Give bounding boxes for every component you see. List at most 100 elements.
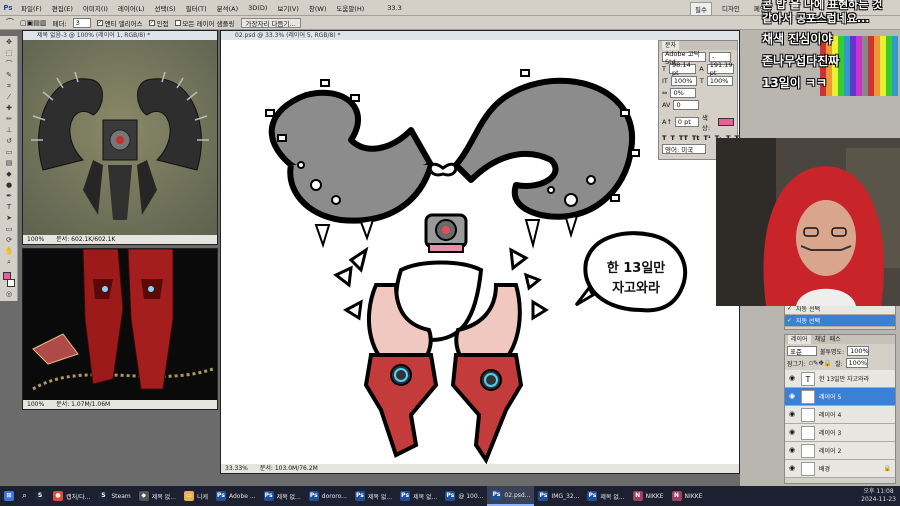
- menu-window[interactable]: 창(W): [304, 3, 331, 13]
- taskbar-item[interactable]: N NIKKE: [629, 486, 668, 506]
- blend-mode-select[interactable]: 표준: [787, 346, 817, 356]
- baseline-input[interactable]: 0 pt: [674, 117, 699, 127]
- eraser-tool-icon[interactable]: ▭: [2, 147, 16, 157]
- workspace-essentials[interactable]: 필수: [690, 2, 712, 16]
- document-1-title[interactable]: 제목 없음-3 @ 100% (레이어 1, RGB/8) *: [23, 31, 217, 40]
- taskbar-item[interactable]: ● 캡처/다...: [49, 486, 94, 506]
- taskbar-item[interactable]: Ps 제목 없...: [260, 486, 305, 506]
- visibility-eye-icon[interactable]: ◉: [787, 410, 797, 420]
- small-caps-icon[interactable]: Tt: [692, 134, 700, 142]
- horizontal-scale-input[interactable]: 100%: [706, 76, 733, 86]
- feather-input[interactable]: 3: [72, 17, 91, 28]
- selection-mode-icons[interactable]: ▢▣▤▥: [20, 19, 46, 27]
- document-2-zoom[interactable]: 100%: [27, 400, 44, 409]
- contiguous-checkbox[interactable]: ✓ 인접: [148, 18, 169, 28]
- taskbar-item[interactable]: Ps 제목 없...: [583, 486, 628, 506]
- healing-tool-icon[interactable]: ✚: [2, 103, 16, 113]
- background-color-swatch[interactable]: [7, 279, 15, 287]
- tab-layers[interactable]: 레이어: [788, 335, 811, 344]
- visibility-eye-icon[interactable]: ◉: [787, 464, 797, 474]
- antialias-checkbox[interactable]: ✓ 앤티 앨리어스: [96, 18, 143, 28]
- text-color-swatch[interactable]: [717, 118, 735, 126]
- menu-file[interactable]: 파일(F): [16, 3, 47, 13]
- taskbar-item[interactable]: Ps dororo...: [305, 486, 351, 506]
- path-select-icon[interactable]: ➤: [2, 213, 16, 223]
- menu-select[interactable]: 선택(S): [150, 3, 181, 13]
- vertical-scale-input[interactable]: 100%: [670, 76, 697, 86]
- menu-image[interactable]: 이미지(I): [78, 3, 113, 13]
- layer-row-text[interactable]: ◉ T 한 13일만 자고와라: [785, 370, 895, 388]
- visibility-eye-icon[interactable]: ◉: [787, 446, 797, 456]
- menu-filter[interactable]: 필터(T): [181, 3, 212, 13]
- layer-row[interactable]: ◉ 레이어 3: [785, 424, 895, 442]
- document-1-zoom[interactable]: 100%: [27, 235, 44, 244]
- zoom-tool-icon[interactable]: ⌕: [2, 257, 16, 267]
- lock-icons[interactable]: ▫✎✥🔒: [809, 359, 832, 367]
- refine-edge-button[interactable]: 가장자리 다듬기...: [240, 17, 301, 28]
- history-brush-icon[interactable]: ↺: [2, 136, 16, 146]
- hand-tool-icon[interactable]: ✋: [2, 246, 16, 256]
- actions-item-selected[interactable]: ✓ 자동 선택: [785, 315, 895, 327]
- menu-view[interactable]: 보기(V): [272, 3, 303, 13]
- zoom-level[interactable]: 33.3: [387, 4, 401, 12]
- layer-row-background[interactable]: ◉ 배경 🔒: [785, 460, 895, 478]
- menu-3d[interactable]: 3D(D): [243, 4, 272, 12]
- 3d-rotate-icon[interactable]: ⟳: [2, 235, 16, 245]
- opacity-input[interactable]: 100%: [847, 346, 870, 356]
- move-tool-icon[interactable]: ✥: [2, 37, 16, 47]
- document-window-2[interactable]: 100% 문서: 1.07M/1.06M: [22, 248, 218, 410]
- eyedropper-tool-icon[interactable]: ⁄: [2, 92, 16, 102]
- taskbar-item[interactable]: Ps Adobe ...: [212, 486, 260, 506]
- menu-help[interactable]: 도움말(H): [331, 3, 369, 13]
- faux-bold-icon[interactable]: T: [662, 134, 666, 142]
- taskbar-item[interactable]: ▭ 니케: [180, 486, 212, 506]
- crop-tool-icon[interactable]: ⌗: [2, 81, 16, 91]
- layer-row-selected[interactable]: ◉ 레이어 5: [785, 388, 895, 406]
- kerning-input[interactable]: 0: [673, 100, 700, 110]
- taskbar-item[interactable]: N NIKKE: [668, 486, 707, 506]
- quick-select-tool-icon[interactable]: ✎: [2, 70, 16, 80]
- blur-tool-icon[interactable]: ◆: [2, 169, 16, 179]
- visibility-eye-icon[interactable]: ◉: [787, 428, 797, 438]
- start-button[interactable]: ⊞: [0, 486, 18, 506]
- workspace-design[interactable]: 디자인: [718, 2, 744, 16]
- tab-paths[interactable]: 패스: [830, 335, 841, 344]
- menu-layer[interactable]: 레이어(L): [113, 3, 150, 13]
- taskbar-item[interactable]: Ps IMG_32...: [534, 486, 583, 506]
- menu-analysis[interactable]: 분석(A): [212, 3, 243, 13]
- pen-tool-icon[interactable]: ✒: [2, 191, 16, 201]
- all-layers-checkbox[interactable]: 모든 레이어 샘플링: [174, 18, 235, 28]
- document-main-zoom[interactable]: 33.33%: [225, 464, 248, 473]
- superscript-icon[interactable]: T¹: [703, 134, 710, 142]
- dodge-tool-icon[interactable]: ●: [2, 180, 16, 190]
- fill-input[interactable]: 100%: [845, 358, 868, 368]
- stamp-tool-icon[interactable]: ⊥: [2, 125, 16, 135]
- leading-input[interactable]: 191.19 pt: [706, 61, 734, 77]
- brush-tool-icon[interactable]: ✏: [2, 114, 16, 124]
- type-tool-icon[interactable]: T: [2, 202, 16, 212]
- document-window-1[interactable]: 제목 없음-3 @ 100% (레이어 1, RGB/8) * 100% 문서:…: [22, 30, 218, 245]
- shape-tool-icon[interactable]: ▭: [2, 224, 16, 234]
- lasso-tool-icon[interactable]: ⌒: [6, 17, 14, 28]
- taskbar-steam-icon[interactable]: S: [31, 486, 49, 506]
- layer-row[interactable]: ◉ 레이어 2: [785, 442, 895, 460]
- taskbar-item[interactable]: Ps @ 100...: [441, 486, 487, 506]
- tracking-input[interactable]: 0%: [670, 88, 697, 98]
- quick-mask-icon[interactable]: ◎: [2, 289, 16, 299]
- gradient-tool-icon[interactable]: ▤: [2, 158, 16, 168]
- visibility-eye-icon[interactable]: ◉: [787, 392, 797, 402]
- menu-edit[interactable]: 편집(E): [47, 3, 78, 13]
- system-tray[interactable]: 오후 11:08 2024-11-23: [861, 488, 896, 504]
- taskbar-item[interactable]: S Steam: [94, 486, 134, 506]
- all-caps-icon[interactable]: TT: [679, 134, 688, 142]
- lasso-tool-icon[interactable]: ⌒: [2, 59, 16, 69]
- taskbar-item-active[interactable]: Ps 02.psd...: [487, 486, 535, 506]
- document-main-title[interactable]: 02.psd @ 33.3% (레이어 5, RGB/8) *: [221, 31, 739, 40]
- layer-row[interactable]: ◉ 레이어 4: [785, 406, 895, 424]
- search-button[interactable]: ⌕: [18, 486, 31, 506]
- taskbar-item[interactable]: ◆ 제목 없...: [135, 486, 180, 506]
- language-select[interactable]: 영어: 미국: [662, 144, 706, 154]
- taskbar-item[interactable]: Ps 제목 없...: [396, 486, 441, 506]
- faux-italic-icon[interactable]: T: [670, 134, 674, 142]
- marquee-tool-icon[interactable]: ⬚: [2, 48, 16, 58]
